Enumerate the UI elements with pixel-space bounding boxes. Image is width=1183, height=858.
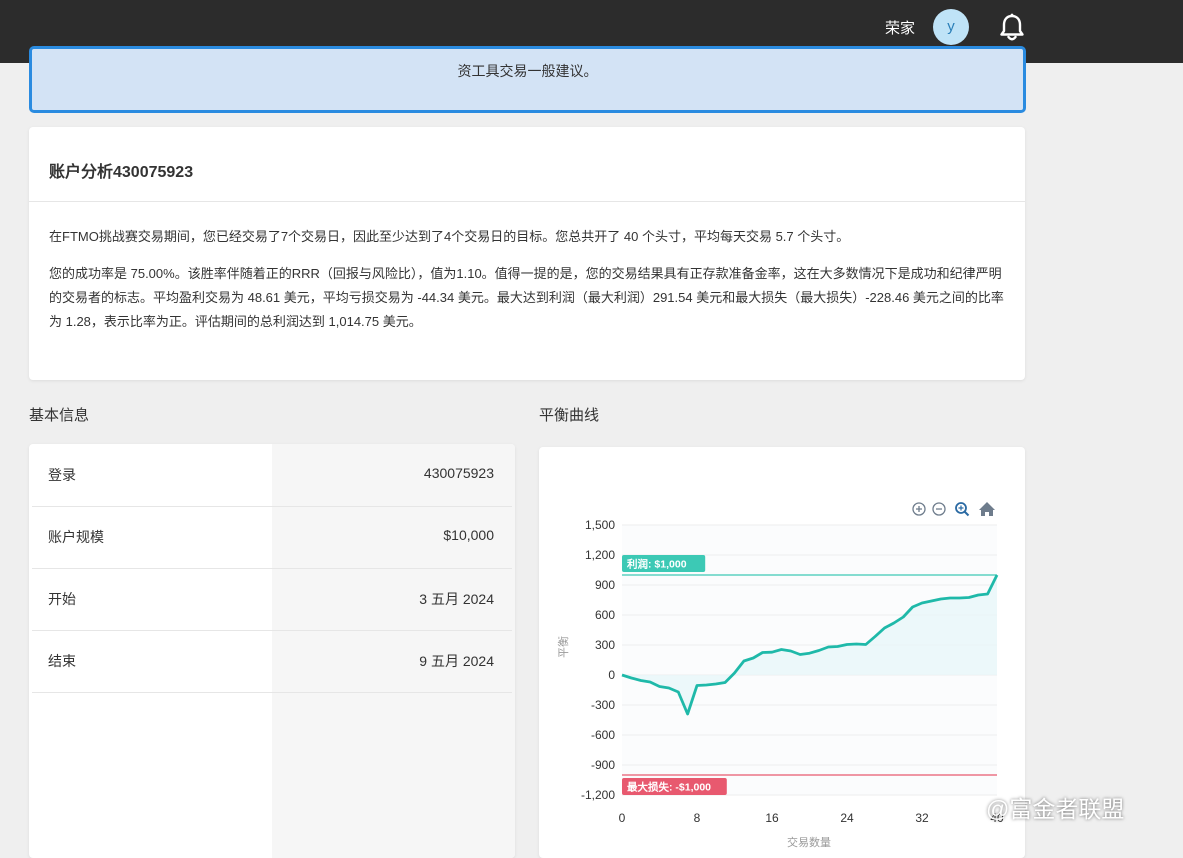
zoom-out-icon[interactable] (932, 502, 946, 516)
y-tick-label: 900 (595, 578, 615, 592)
y-tick-label: 600 (595, 608, 615, 622)
analysis-paragraph-1: 在FTMO挑战赛交易期间，您已经交易了7个交易日，因此至少达到了4个交易日的目标… (49, 229, 850, 244)
info-row-end: 结束 9 五月 2024 (32, 630, 512, 693)
search-zoom-icon[interactable] (955, 502, 970, 517)
balance-curve-title: 平衡曲线 (539, 407, 600, 424)
y-tick-label: -600 (591, 728, 615, 742)
info-value: 3 五月 2024 (419, 591, 494, 607)
notice-text: 资工具交易一般建议。 (457, 63, 598, 79)
x-tick-label: 8 (694, 811, 701, 825)
home-icon[interactable] (979, 502, 995, 516)
info-value: 430075923 (423, 465, 494, 481)
reference-label: 利润: $1,000 (627, 558, 687, 571)
y-tick-label: 1,500 (585, 518, 615, 532)
y-tick-label: 1,200 (585, 548, 615, 562)
y-tick-label: -300 (591, 698, 615, 712)
weibo-logo-icon (961, 796, 982, 817)
watermark-text: @富金者联盟 (986, 796, 1125, 822)
x-tick-label: 24 (840, 811, 854, 825)
basic-info-card: 登录 430075923 账户规模 $10,000 开始 3 五月 2024 结… (29, 444, 515, 858)
info-row-start: 开始 3 五月 2024 (32, 568, 512, 631)
y-axis-title: 平衡 (557, 636, 570, 658)
info-value: $10,000 (443, 527, 494, 543)
notice-banner: 资工具交易一般建议。 (29, 46, 1026, 113)
info-value: 9 五月 2024 (419, 653, 494, 669)
user-name[interactable]: 荣家 (885, 17, 915, 38)
info-row-account-size: 账户规模 $10,000 (32, 506, 512, 569)
basic-info-title: 基本信息 (29, 407, 90, 424)
balance-chart: 利润: $1,000 最大损失: -$1,000 1,500 1,200 900 600… (557, 502, 1004, 849)
x-tick-label: 32 (915, 811, 929, 825)
info-row-login: 登录 430075923 (32, 444, 512, 507)
info-key: 结束 (48, 653, 76, 669)
y-tick-label: -900 (591, 758, 615, 772)
zoom-in-icon[interactable] (912, 502, 926, 516)
y-tick-label: -1,200 (581, 788, 615, 802)
divider (29, 201, 1025, 202)
avatar[interactable]: y (933, 9, 969, 45)
analysis-paragraph-2: 您的成功率是 75.00%。该胜率伴随着正的RRR（回报与风险比），值为1.10… (49, 266, 1004, 329)
balance-chart-card: 利润: $1,000 最大损失: -$1,000 1,500 1,200 900 600… (539, 447, 1025, 858)
x-axis-title: 交易数量 (787, 835, 831, 849)
analysis-title: 账户分析430075923 (49, 164, 194, 181)
info-key: 账户规模 (48, 529, 104, 545)
account-analysis-card: 账户分析430075923 在FTMO挑战赛交易期间，您已经交易了7个交易日，因… (29, 127, 1025, 380)
info-key: 开始 (48, 591, 76, 607)
reference-label: 最大损失: -$1,000 (627, 781, 711, 794)
notification-bell-icon[interactable] (998, 12, 1026, 42)
x-tick-label: 0 (619, 811, 626, 825)
y-tick-label: 0 (608, 668, 615, 682)
info-key: 登录 (48, 467, 76, 483)
x-tick-label: 16 (765, 811, 779, 825)
y-tick-label: 300 (595, 638, 615, 652)
